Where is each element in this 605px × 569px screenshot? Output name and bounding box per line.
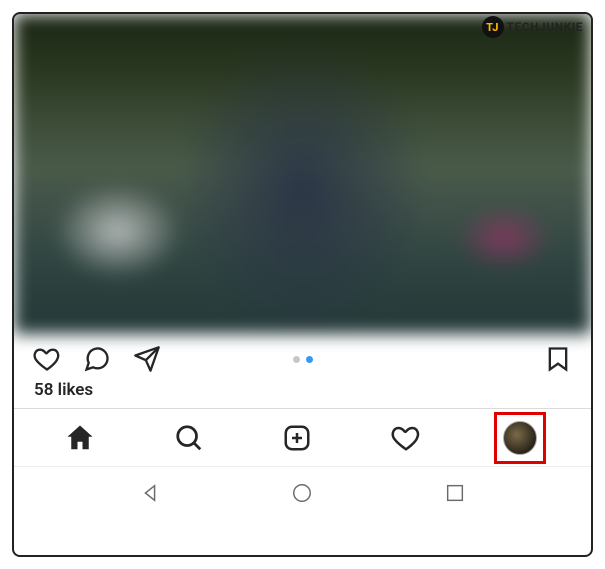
tab-profile-highlight: [494, 412, 546, 464]
save-button[interactable]: [543, 344, 573, 374]
bookmark-icon: [544, 345, 572, 373]
watermark-text: TECHJUNKIE: [507, 20, 583, 34]
likes-count[interactable]: 58 likes: [14, 378, 591, 408]
tab-profile[interactable]: [503, 421, 537, 455]
tab-activity[interactable]: [385, 417, 427, 459]
system-back-button[interactable]: [136, 479, 164, 507]
like-button[interactable]: [32, 344, 62, 374]
android-system-nav: [14, 466, 591, 518]
bottom-tab-bar: [14, 408, 591, 466]
watermark-badge: TJ: [482, 16, 504, 38]
system-recent-button[interactable]: [441, 479, 469, 507]
send-icon: [133, 345, 161, 373]
circle-home-icon: [291, 482, 313, 504]
app-frame: TJ TECHJUNKIE: [12, 12, 593, 557]
tab-create[interactable]: [276, 417, 318, 459]
avatar-icon: [503, 421, 537, 455]
comment-icon: [83, 345, 111, 373]
carousel-dot: [293, 356, 300, 363]
home-icon: [65, 423, 95, 453]
heart-outline-icon: [391, 423, 421, 453]
tab-search[interactable]: [168, 417, 210, 459]
watermark: TJ TECHJUNKIE: [482, 16, 583, 38]
share-button[interactable]: [132, 344, 162, 374]
post-action-bar: [14, 334, 591, 378]
carousel-indicator: [293, 356, 313, 363]
post-photo[interactable]: [14, 14, 591, 334]
triangle-back-icon: [139, 482, 161, 504]
square-recent-icon: [444, 482, 466, 504]
search-icon: [174, 423, 204, 453]
carousel-dot-active: [306, 356, 313, 363]
heart-icon: [33, 345, 61, 373]
tab-home[interactable]: [59, 417, 101, 459]
comment-button[interactable]: [82, 344, 112, 374]
system-home-button[interactable]: [288, 479, 316, 507]
action-left-group: [32, 344, 162, 374]
plus-square-icon: [282, 423, 312, 453]
